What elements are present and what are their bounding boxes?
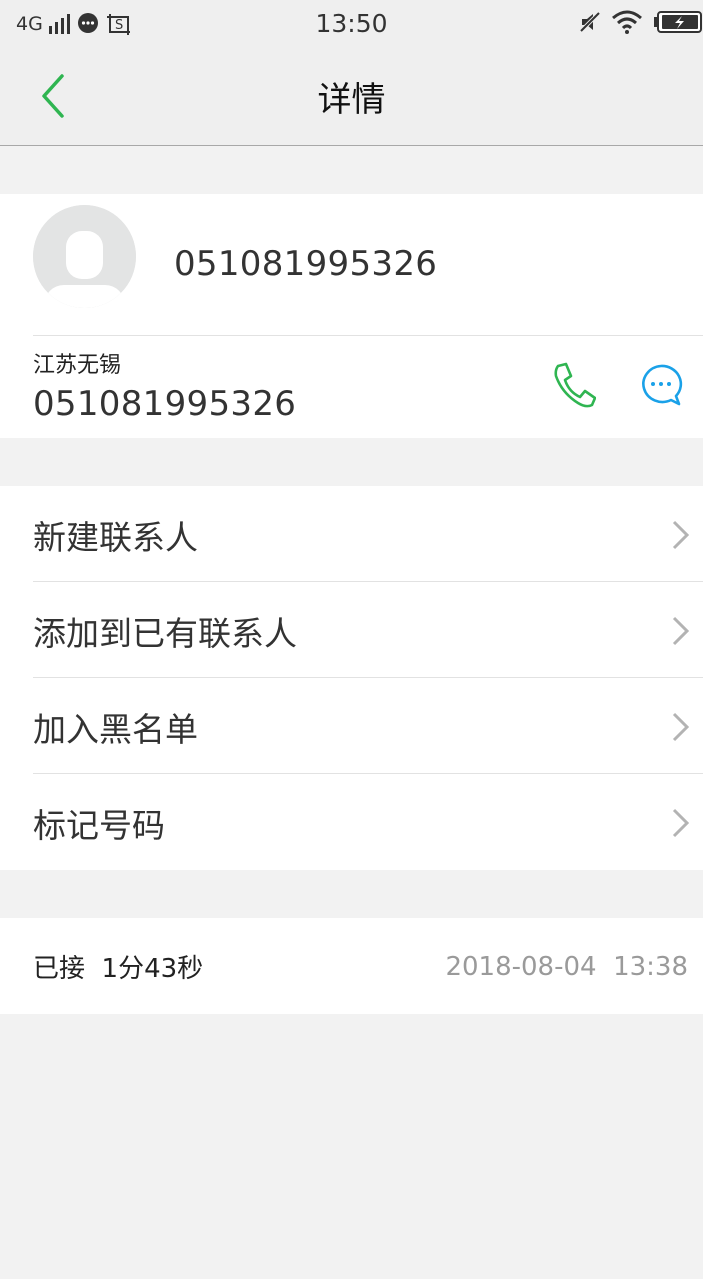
- avatar: [33, 205, 136, 308]
- mute-icon: [579, 11, 601, 33]
- menu-item-mark-number[interactable]: 标记号码: [0, 774, 703, 870]
- menu-item-label: 加入黑名单: [33, 710, 198, 749]
- menu-item-blacklist[interactable]: 加入黑名单: [0, 678, 703, 774]
- menu-item-label: 添加到已有联系人: [33, 614, 297, 653]
- nav-bar: 详情: [0, 48, 703, 146]
- menu-item-add-to-existing[interactable]: 添加到已有联系人: [0, 582, 703, 678]
- menu-item-label: 标记号码: [33, 806, 165, 845]
- message-button[interactable]: [639, 363, 683, 407]
- contact-card: 051081995326 江苏无锡 051081995326: [0, 194, 703, 438]
- call-status: 已接 1分43秒: [33, 954, 204, 984]
- actions-menu: 新建联系人 添加到已有联系人 加入黑名单 标记号码: [0, 486, 703, 870]
- message-icon: [642, 364, 683, 406]
- chevron-right-icon: [672, 808, 689, 838]
- menu-item-label: 新建联系人: [33, 518, 198, 557]
- default-avatar-icon: [33, 205, 136, 308]
- call-record: 已接 1分43秒 2018-08-04 13:38: [0, 918, 703, 1014]
- phone-location: 江苏无锡: [33, 353, 122, 378]
- status-bar: 4G S 13:50: [0, 0, 703, 48]
- chevron-right-icon: [672, 712, 689, 742]
- call-button[interactable]: [552, 362, 597, 408]
- battery-charging-icon: [654, 11, 702, 33]
- phone-number[interactable]: 051081995326: [33, 384, 296, 424]
- menu-item-new-contact[interactable]: 新建联系人: [0, 486, 703, 582]
- call-datetime: 2018-08-04 13:38: [445, 952, 688, 982]
- wifi-icon: [612, 10, 642, 34]
- chevron-right-icon: [672, 520, 689, 550]
- page-title: 详情: [317, 80, 386, 120]
- phone-icon: [554, 362, 597, 408]
- contact-name: 051081995326: [174, 244, 438, 284]
- chevron-right-icon: [672, 616, 689, 646]
- divider: [33, 335, 703, 336]
